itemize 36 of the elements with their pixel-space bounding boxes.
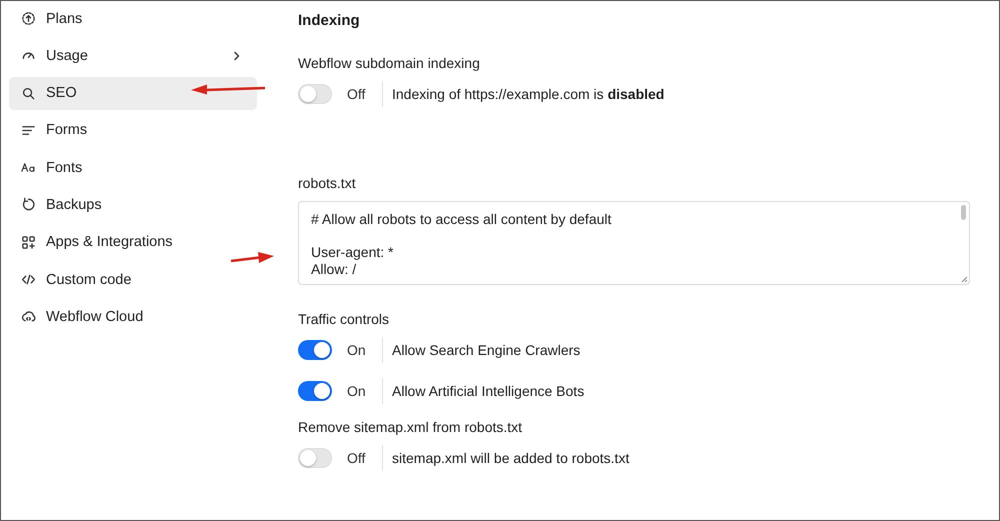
toggle-state: On <box>347 342 367 358</box>
toggle-description: Indexing of https://example.com is disabled <box>392 86 664 102</box>
toggle-state: Off <box>347 86 366 102</box>
sidebar-item[interactable]: Forms <box>9 114 257 147</box>
sidebar-item[interactable]: Apps & Integrations <box>9 226 257 259</box>
annotation-arrow <box>230 251 275 265</box>
toggle-description: sitemap.xml will be added to robots.txt <box>392 450 630 466</box>
toggle-description: Allow Artificial Intelligence Bots <box>392 383 584 399</box>
sidebar-item[interactable]: Webflow Cloud <box>9 300 257 334</box>
sidebar-item[interactable]: Custom code <box>9 263 257 296</box>
toggle-state: On <box>347 383 367 399</box>
toggle-switch[interactable] <box>298 448 332 468</box>
sidebar-item-icon <box>21 272 36 288</box>
scrollbar-thumb[interactable] <box>961 205 966 220</box>
setting-label: Remove sitemap.xml from robots.txt <box>298 419 524 435</box>
toggle-description: Allow Search Engine Crawlers <box>392 342 580 358</box>
toggle-switch[interactable] <box>298 381 332 401</box>
sidebar-item-icon <box>21 197 36 212</box>
toggle-state: Off <box>347 450 366 466</box>
sidebar-item[interactable]: Fonts <box>9 151 257 184</box>
sidebar-item-icon <box>21 309 36 324</box>
sidebar-item-icon <box>21 86 36 101</box>
resize-grip-icon[interactable] <box>961 276 967 282</box>
sidebar-item[interactable]: SEO <box>9 76 257 110</box>
setting-label: robots.txt <box>298 175 357 191</box>
sidebar-item[interactable]: Plans <box>9 2 257 35</box>
sidebar-item[interactable]: Usage <box>9 39 257 72</box>
section-title: Indexing <box>298 12 361 29</box>
setting-label: Webflow subdomain indexing <box>298 55 481 71</box>
sidebar-item-icon <box>21 11 36 26</box>
robots-text-field[interactable]: # Allow all robots to access all content by default User-agent: * Allow: / <box>298 201 970 285</box>
sidebar-item-icon <box>21 234 36 250</box>
toggle-switch[interactable] <box>298 84 332 104</box>
sidebar-item[interactable]: Backups <box>9 188 257 222</box>
setting-label: Traffic controls <box>298 311 390 327</box>
toggle-switch[interactable] <box>298 340 332 360</box>
